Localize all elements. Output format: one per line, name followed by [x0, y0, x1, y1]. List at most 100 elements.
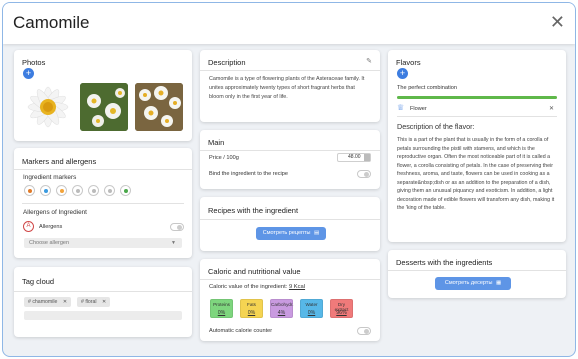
flavor-description-text: This is a part of the plant that is usua…: [397, 137, 555, 211]
desserts-title: Desserts with the ingredients: [396, 258, 493, 267]
view-recipes-label: Смотреть рецепты: [262, 230, 311, 236]
divider: [22, 203, 184, 204]
close-icon[interactable]: ✕: [63, 299, 67, 305]
nutrient-value: 0%: [307, 310, 316, 316]
nutrient-label: Proteins: [213, 302, 230, 307]
pencil-icon[interactable]: ✎: [366, 57, 372, 65]
auto-calorie-label: Automatic calorie counter: [209, 328, 273, 334]
divider: [388, 270, 566, 271]
caloric-card: Caloric and nutritional value Caloric va…: [200, 259, 380, 341]
allergens-toggle[interactable]: [170, 223, 184, 231]
photo-1[interactable]: [24, 83, 72, 131]
nutrient-fats: Fats 0%: [240, 299, 263, 318]
price-label: Price / 100g: [209, 155, 239, 161]
divider: [14, 169, 192, 170]
divider: [200, 219, 380, 220]
caloric-value-line: Caloric value of the ingredient: 9 Kcal: [209, 284, 305, 290]
ingredient-markers-label: Ingredient markers: [23, 174, 77, 181]
bouquet-image: [135, 83, 183, 131]
main-card: Main Price / 100g 48.00 Bind the ingredi…: [200, 130, 380, 189]
nutrient-value: 96%: [336, 310, 347, 316]
description-card: Description ✎ Camomile is a type of flow…: [200, 50, 380, 122]
view-desserts-button[interactable]: Смотреть десерты ▦: [435, 277, 511, 290]
chevron-down-icon: ▼: [171, 240, 176, 246]
field-image: [80, 83, 128, 131]
crown-icon: ♕: [397, 103, 405, 112]
allergen-select[interactable]: Choose allergen ▼: [24, 238, 182, 248]
tag-cloud-card: Tag cloud # chamomile ✕ # floral ✕: [14, 267, 192, 337]
marker-plant-icon[interactable]: [104, 185, 115, 196]
page-title: Camomile: [13, 13, 90, 32]
stepper-icon[interactable]: [364, 154, 370, 161]
flavor-description-title: Description of the flavor:: [397, 122, 475, 131]
nutrient-value: 4%: [277, 310, 286, 316]
bind-label: Bind the ingredient to the recipe: [209, 171, 288, 177]
caloric-value: 9 Kcal: [288, 284, 306, 290]
caloric-value-label: Caloric value of the ingredient:: [209, 284, 288, 290]
divider: [200, 150, 380, 151]
tag-input[interactable]: [24, 311, 182, 320]
add-flavor-button[interactable]: +: [397, 68, 408, 79]
desserts-card: Desserts with the ingredients Смотреть д…: [388, 250, 566, 298]
document-icon: ▤: [314, 230, 320, 236]
photos-title: Photos: [22, 58, 46, 67]
cake-icon: ▦: [495, 280, 502, 286]
price-value: 48.00: [348, 154, 361, 160]
nutrient-value: 0%: [217, 310, 226, 316]
recipes-card: Recipes with the ingredient Смотреть рец…: [200, 197, 380, 251]
allergen-badge: A: [23, 221, 34, 232]
tag-label: # floral: [81, 299, 97, 305]
allergens-heading: Allergens of Ingredient: [23, 209, 87, 216]
auto-calorie-toggle[interactable]: [357, 327, 371, 335]
nutrient-value: 0%: [247, 310, 256, 316]
flavor-progress-fill: [397, 96, 557, 99]
flavors-card: Flavors + The perfect combination ♕ Flow…: [388, 50, 566, 242]
photos-card: Photos +: [14, 50, 192, 141]
description-title: Description: [208, 58, 246, 67]
nutrient-label: Carbohydr.: [271, 302, 294, 307]
add-photo-button[interactable]: +: [23, 68, 34, 79]
bind-toggle[interactable]: [357, 170, 371, 178]
photo-3[interactable]: [135, 83, 183, 131]
marker-vegan-icon[interactable]: [120, 185, 131, 196]
price-input[interactable]: 48.00: [337, 153, 371, 162]
nutrient-water: Water 0%: [300, 299, 323, 318]
description-text: Camomile is a type of flowering plants o…: [209, 76, 365, 100]
marker-drop-icon[interactable]: [72, 185, 83, 196]
divider: [200, 279, 380, 280]
marker-fire-icon[interactable]: [56, 185, 67, 196]
ingredient-modal: Camomile ✕ Photos + Markers and allergen…: [2, 2, 576, 357]
view-desserts-label: Смотреть десерты: [444, 280, 493, 286]
flavors-title: Flavors: [396, 58, 421, 67]
nutrient-label: Water: [305, 302, 318, 307]
tag-chamomile[interactable]: # chamomile ✕: [24, 297, 72, 307]
view-recipes-button[interactable]: Смотреть рецепты ▤: [256, 227, 326, 240]
divider: [14, 291, 192, 292]
tag-cloud-title: Tag cloud: [22, 277, 55, 286]
recipes-title: Recipes with the ingredient: [208, 206, 299, 215]
main-title: Main: [208, 138, 225, 147]
flower-label: Flower: [410, 106, 427, 112]
modal-header: Camomile ✕: [3, 3, 575, 44]
close-icon[interactable]: ✕: [549, 105, 554, 112]
marker-fish-icon[interactable]: [88, 185, 99, 196]
divider: [397, 116, 557, 117]
nutrient-proteins: Proteins 0%: [210, 299, 233, 318]
nutrient-label: Fats: [247, 302, 256, 307]
nutrient-dry-extract: Dry extract 96%: [330, 299, 353, 318]
flavor-progress-track: [397, 96, 557, 99]
tag-floral[interactable]: # floral ✕: [77, 297, 111, 307]
close-icon[interactable]: ✕: [550, 13, 565, 31]
close-icon[interactable]: ✕: [102, 299, 106, 305]
markers-card: Markers and allergens Ingredient markers…: [14, 148, 192, 258]
caloric-title: Caloric and nutritional value: [208, 267, 301, 276]
divider: [200, 70, 380, 71]
allergens-label: Allergens: [39, 224, 63, 230]
marker-leaf-icon[interactable]: [24, 185, 35, 196]
daisy-image: [27, 86, 69, 128]
allergen-select-value: Choose allergen: [29, 240, 70, 246]
nutrient-carbohydrates: Carbohydr. 4%: [270, 299, 293, 318]
marker-milk-icon[interactable]: [40, 185, 51, 196]
photo-2[interactable]: [80, 83, 128, 131]
flavors-subtitle: The perfect combination: [397, 85, 458, 91]
